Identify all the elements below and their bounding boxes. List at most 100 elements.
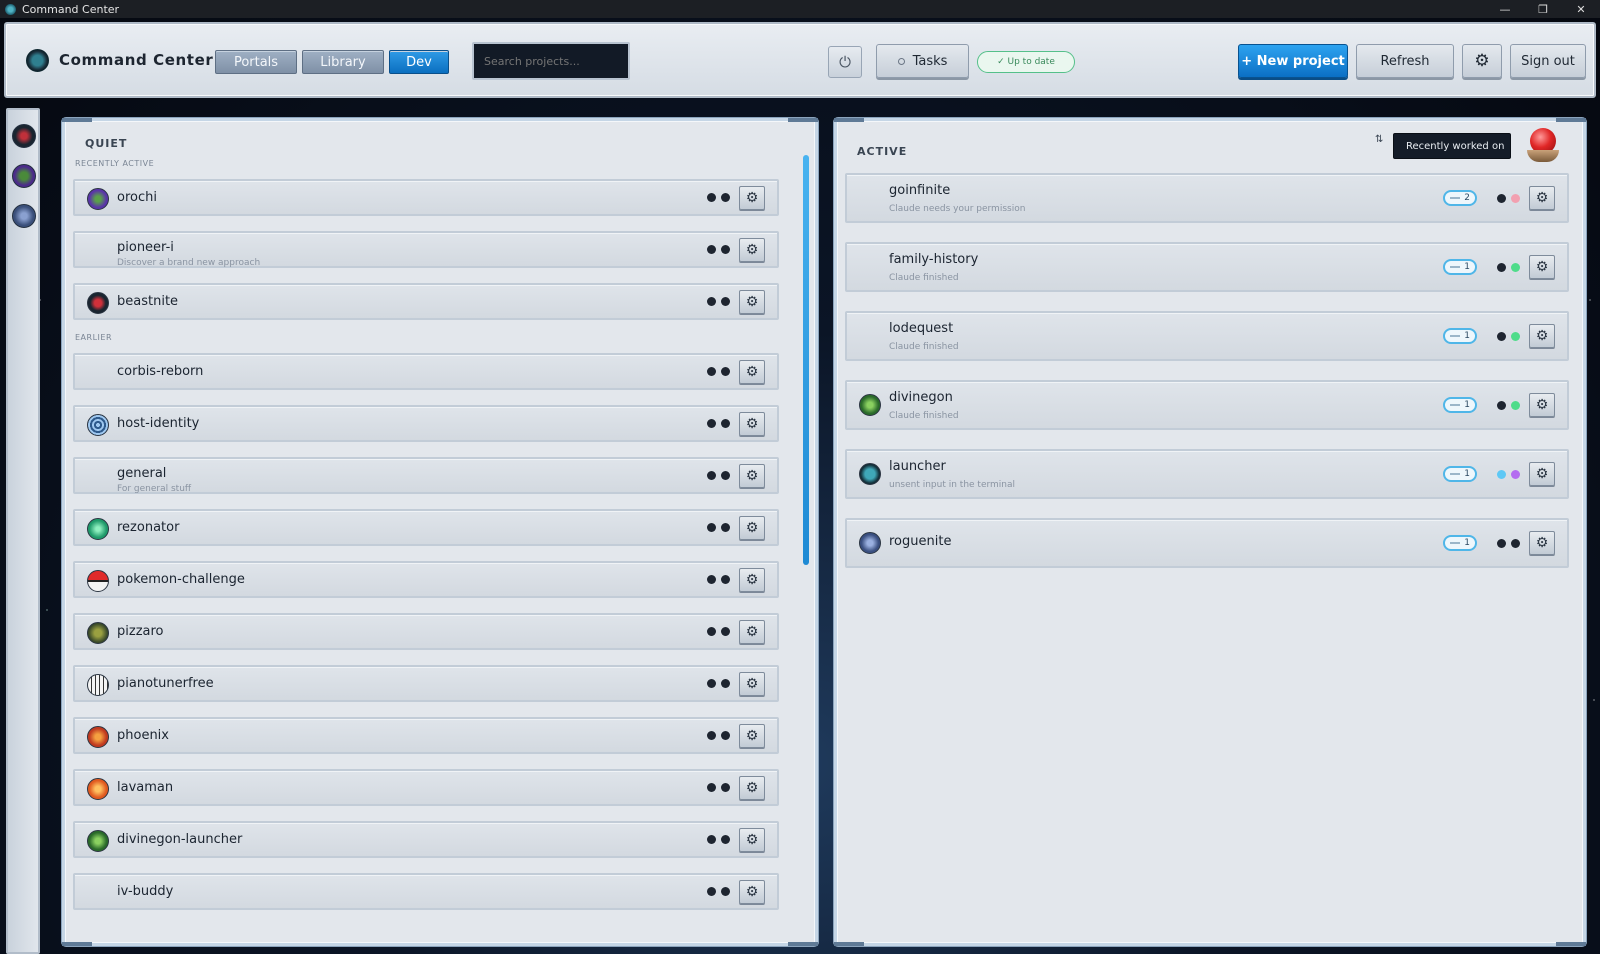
project-name: rezonator (117, 520, 180, 535)
rail-beastnite-icon[interactable] (12, 124, 36, 148)
project-settings-button[interactable]: ⚙ (739, 359, 765, 384)
project-settings-button[interactable]: ⚙ (739, 463, 765, 488)
status-dot (1511, 469, 1520, 479)
search-input[interactable] (472, 42, 630, 80)
status-dot (721, 297, 730, 306)
project-settings-button[interactable]: ⚙ (739, 411, 765, 436)
recently-active-label: RECENTLY ACTIVE (75, 159, 155, 168)
project-settings-button[interactable]: ⚙ (739, 775, 765, 800)
project-name: host-identity (117, 416, 200, 431)
project-row[interactable]: host-identity ⚙ (73, 405, 779, 442)
project-name: iv-buddy (117, 884, 174, 899)
project-settings-button[interactable]: ⚙ (739, 237, 765, 262)
active-panel: ACTIVE goinfinite Claude needs your permi… (834, 118, 1586, 946)
power-button[interactable]: ⏻ (828, 46, 862, 78)
project-settings-button[interactable]: ⚙ (739, 619, 765, 644)
lavaman-icon (87, 778, 109, 800)
project-settings-button[interactable]: ⚙ (739, 289, 765, 314)
status-dot (721, 627, 730, 636)
project-name: beastnite (117, 294, 179, 309)
status-dot (707, 783, 716, 792)
session-count-badge[interactable]: 1 (1443, 328, 1477, 344)
status-dot (1497, 331, 1506, 341)
project-row[interactable]: iv-buddy ⚙ (73, 873, 779, 910)
project-name: launcher (889, 459, 946, 474)
project-name: lavaman (117, 780, 174, 795)
tab-portals[interactable]: Portals (215, 50, 297, 74)
project-row[interactable]: beastnite ⚙ (73, 283, 779, 320)
sort-order-icon[interactable]: ⇅ (1375, 134, 1389, 150)
project-name: corbis-reborn (117, 364, 204, 379)
project-settings-button[interactable]: ⚙ (1529, 462, 1555, 486)
project-row[interactable]: divinegon Claude finished 1 ⚙ (845, 380, 1569, 430)
project-row[interactable]: family-history Claude finished 1 ⚙ (845, 242, 1569, 292)
project-row[interactable]: general For general stuff ⚙ (73, 457, 779, 494)
settings-button[interactable]: ⚙ (1462, 44, 1502, 78)
quiet-scrollbar[interactable] (803, 155, 809, 565)
project-name: pokemon-challenge (117, 572, 245, 587)
project-row[interactable]: pioneer-i Discover a brand new approach ⚙ (73, 231, 779, 268)
minimize-icon[interactable]: — (1486, 3, 1524, 16)
project-name: goinfinite (889, 183, 951, 198)
rail-roguenite-icon[interactable] (12, 204, 36, 228)
project-settings-button[interactable]: ⚙ (1529, 186, 1555, 210)
project-row[interactable]: phoenix ⚙ (73, 717, 779, 754)
active-heading: ACTIVE (857, 145, 908, 158)
status-badge: ✓ Up to date (977, 51, 1075, 73)
project-settings-button[interactable]: ⚙ (1529, 393, 1555, 417)
project-settings-button[interactable]: ⚙ (1529, 531, 1555, 555)
logo-icon (26, 49, 49, 72)
sort-select[interactable]: Recently worked on (1393, 133, 1511, 159)
restore-icon[interactable]: ❐ (1524, 3, 1562, 16)
project-row[interactable]: rezonator ⚙ (73, 509, 779, 546)
project-row[interactable]: roguenite 1 ⚙ (845, 518, 1569, 568)
divinegon-icon (87, 830, 109, 852)
phoenix-icon (87, 726, 109, 748)
project-row[interactable]: pokemon-challenge ⚙ (73, 561, 779, 598)
close-icon[interactable]: ✕ (1562, 3, 1600, 16)
gear-icon: ⚙ (1474, 51, 1490, 71)
status-dot (721, 367, 730, 376)
alarm-light-icon[interactable] (1526, 126, 1560, 166)
project-settings-button[interactable]: ⚙ (739, 567, 765, 592)
project-settings-button[interactable]: ⚙ (1529, 255, 1555, 279)
status-dot (721, 575, 730, 584)
tab-library[interactable]: Library (302, 50, 384, 74)
project-row[interactable]: pizzaro ⚙ (73, 613, 779, 650)
project-row[interactable]: launcher unsent input in the terminal 1 ⚙ (845, 449, 1569, 499)
refresh-button[interactable]: Refresh (1356, 44, 1454, 78)
piano-icon (87, 674, 109, 696)
session-count-badge[interactable]: 1 (1443, 466, 1477, 482)
status-dot (707, 193, 716, 202)
sign-out-button[interactable]: Sign out (1510, 44, 1586, 78)
session-count-badge[interactable]: 1 (1443, 535, 1477, 551)
tasks-button[interactable]: Tasks (876, 44, 969, 78)
project-row[interactable]: orochi ⚙ (73, 179, 779, 216)
project-row[interactable]: corbis-reborn ⚙ (73, 353, 779, 390)
project-settings-button[interactable]: ⚙ (739, 879, 765, 904)
project-description: Claude finished (889, 273, 959, 283)
project-row[interactable]: pianotunerfree ⚙ (73, 665, 779, 702)
project-row[interactable]: goinfinite Claude needs your permission 2 ⚙ (845, 173, 1569, 223)
project-name: roguenite (889, 534, 952, 549)
status-dot (721, 835, 730, 844)
session-count-badge[interactable]: 2 (1443, 190, 1477, 206)
pokeball-icon (87, 570, 109, 592)
project-settings-button[interactable]: ⚙ (1529, 324, 1555, 348)
status-dot (1497, 400, 1506, 410)
tab-dev[interactable]: Dev (389, 50, 449, 74)
project-settings-button[interactable]: ⚙ (739, 185, 765, 210)
project-name: phoenix (117, 728, 169, 743)
rail-orochi-icon[interactable] (12, 164, 36, 188)
project-row[interactable]: lodequest Claude finished 1 ⚙ (845, 311, 1569, 361)
session-count-badge[interactable]: 1 (1443, 397, 1477, 413)
project-settings-button[interactable]: ⚙ (739, 515, 765, 540)
project-settings-button[interactable]: ⚙ (739, 671, 765, 696)
project-settings-button[interactable]: ⚙ (739, 723, 765, 748)
project-row[interactable]: lavaman ⚙ (73, 769, 779, 806)
session-count-badge[interactable]: 1 (1443, 259, 1477, 275)
status-dot (707, 419, 716, 428)
new-project-button[interactable]: + New project (1238, 44, 1348, 78)
project-settings-button[interactable]: ⚙ (739, 827, 765, 852)
project-row[interactable]: divinegon-launcher ⚙ (73, 821, 779, 858)
